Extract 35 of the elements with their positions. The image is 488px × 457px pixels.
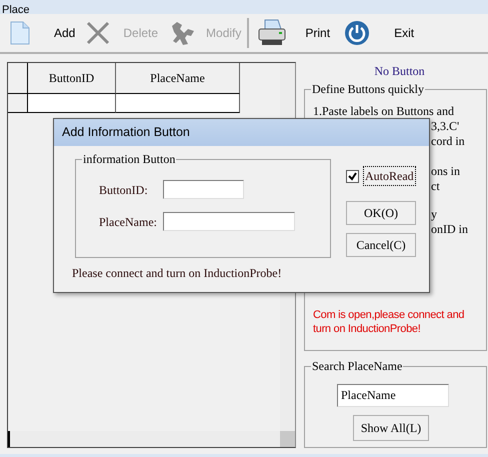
- field-label: PlaceName:: [99, 214, 158, 230]
- power-icon[interactable]: [344, 20, 370, 46]
- printer-icon[interactable]: [257, 18, 288, 48]
- cancel-button[interactable]: Cancel(C): [346, 233, 416, 257]
- input-field[interactable]: [163, 180, 244, 199]
- instruction-text: cord in: [431, 134, 465, 149]
- show-all-button[interactable]: Show All(L): [353, 415, 429, 441]
- instruction-text: ons in: [431, 164, 460, 179]
- corner-header[interactable]: [8, 63, 28, 94]
- delete-icon[interactable]: [85, 20, 112, 46]
- status-message: Com is open,please connect and turn on InductionProbe!: [313, 308, 466, 336]
- ok-button[interactable]: OK(O): [346, 201, 416, 225]
- horizontal-scrollbar[interactable]: [8, 431, 281, 447]
- field-label: ButtonID:: [99, 182, 149, 198]
- status-label: No Button: [373, 63, 426, 79]
- toolbar-button[interactable]: Print: [299, 24, 336, 42]
- group-title: Define Buttons quickly: [311, 82, 425, 96]
- instruction-text: y: [431, 207, 437, 222]
- toolbar-button[interactable]: Exit: [388, 24, 420, 42]
- toolbar-button[interactable]: Add: [48, 24, 82, 42]
- scrollbar-corner: [280, 431, 295, 447]
- search-field[interactable]: PlaceName: [337, 384, 449, 407]
- instruction-text: 1.Paste labels on Buttons and: [313, 104, 454, 119]
- wrench-icon[interactable]: [170, 20, 196, 46]
- autoread-checkbox[interactable]: [346, 170, 359, 182]
- group-title: information Button: [82, 152, 176, 166]
- input-field[interactable]: [163, 212, 295, 231]
- group-title: Search PlaceName: [311, 359, 404, 373]
- instruction-text: ct: [431, 179, 440, 194]
- window-title: Place: [1, 4, 30, 14]
- instruction-text: onID in: [431, 222, 468, 237]
- dialog-message: Please connect and turn on InductionProbe!: [71, 265, 283, 282]
- dialog-title: Add Information Button: [54, 119, 429, 146]
- instruction-text: 3,3.C': [431, 119, 460, 134]
- checkbox-label: AutoRead: [363, 166, 416, 186]
